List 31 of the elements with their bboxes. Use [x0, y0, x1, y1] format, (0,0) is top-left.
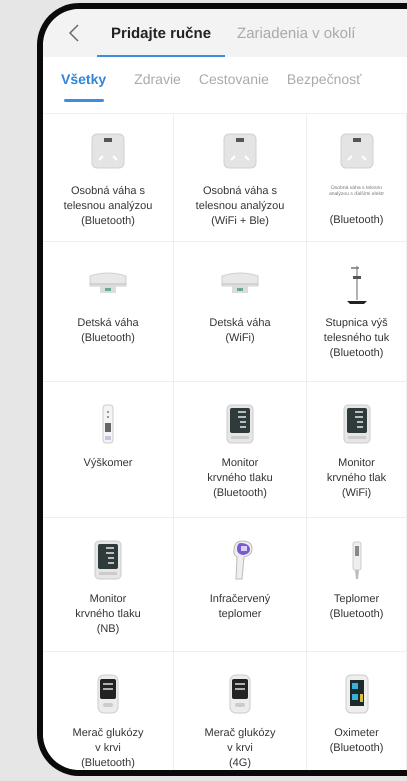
device-label: Oximeter (Bluetooth) — [330, 726, 384, 756]
device-tile[interactable]: Monitor krvného tlaku (Bluetooth) — [174, 382, 307, 518]
device-label: Monitor krvného tlaku (NB) — [75, 592, 141, 637]
device-label: Merač glukózy v krvi (4G) — [204, 726, 276, 770]
thermometer-icon — [352, 540, 362, 580]
device-tile[interactable]: Monitor krvného tlak (WiFi) — [307, 382, 407, 518]
device-label: Monitor krvného tlaku (Bluetooth) — [207, 456, 273, 501]
back-icon[interactable] — [69, 24, 79, 42]
device-label: Merač glukózy v krvi (Bluetooth) — [72, 726, 144, 770]
device-tile[interactable]: Detská váha (WiFi) — [174, 242, 307, 382]
device-tile[interactable]: Detská váha (Bluetooth) — [43, 242, 174, 382]
device-label: Detská váha (WiFi) — [209, 316, 271, 346]
device-tile[interactable]: Osobná váha s telesnou analýzou (WiFi + Ble) — [174, 114, 307, 242]
category-tab[interactable]: Všetky — [55, 57, 112, 102]
device-label: Výškomer — [84, 456, 132, 471]
device-label: Teplomer (Bluetooth) — [330, 592, 384, 622]
device-tile[interactable]: Infračervený teplomer — [174, 518, 307, 652]
device-label: Infračervený teplomer — [210, 592, 270, 622]
device-label: Monitor krvného tlak (WiFi) — [326, 456, 386, 501]
device-label: Osobná váha s telesnou analýzou (WiFi + Ble) — [196, 184, 284, 229]
device-label: Osobná váha s telesnou analýzou (Bluetooth) — [64, 184, 152, 229]
device-label: Detská váha (Bluetooth) — [77, 316, 139, 346]
device-tile[interactable]: Monitor krvného tlaku (NB) — [43, 518, 174, 652]
height-meter-icon — [102, 404, 114, 444]
device-label: (Bluetooth) — [330, 213, 384, 228]
device-tile[interactable]: Výškomer — [43, 382, 174, 518]
device-tile[interactable]: Teplomer (Bluetooth) — [307, 518, 407, 652]
device-tile[interactable]: Osobná váha s telesnou analýzou (Bluetooth) — [43, 114, 174, 242]
device-tile[interactable]: Stupnica výš telesného tuk (Bluetooth) — [307, 242, 407, 382]
device-label: Stupnica výš telesného tuk (Bluetooth) — [324, 316, 390, 361]
device-tile[interactable]: Merač glukózy v krvi (Bluetooth) — [43, 652, 174, 770]
